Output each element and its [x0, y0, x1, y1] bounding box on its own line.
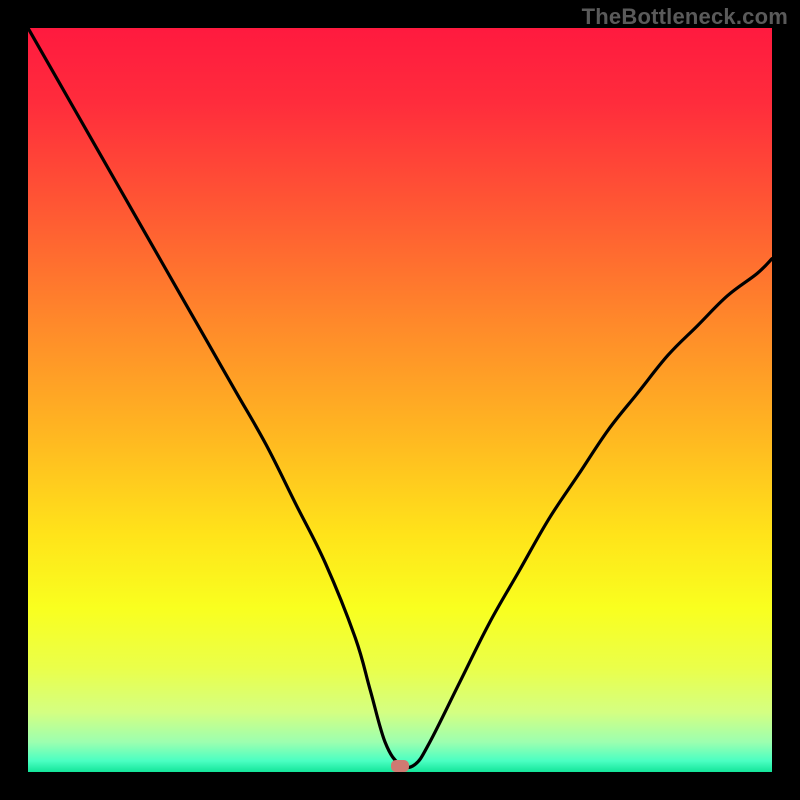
gradient-background: [28, 28, 772, 772]
watermark-text: TheBottleneck.com: [582, 4, 788, 30]
bottleneck-chart: [28, 28, 772, 772]
chart-frame: TheBottleneck.com: [0, 0, 800, 800]
plot-area: [28, 28, 772, 772]
optimal-point-marker: [391, 760, 409, 772]
